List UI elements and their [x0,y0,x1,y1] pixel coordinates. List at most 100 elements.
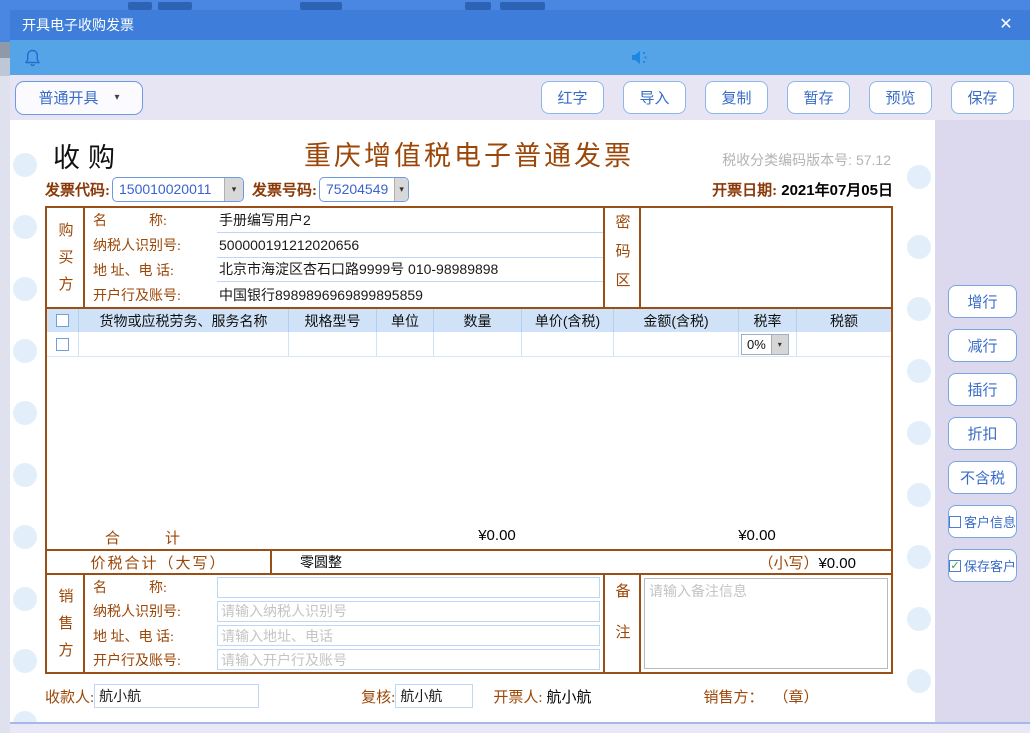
payee-input[interactable] [94,684,259,708]
item-unit-cell[interactable] [377,332,434,356]
preview-button[interactable]: 预览 [869,81,932,114]
tax-code-version: 税收分类编码版本号: 57.12 [722,150,891,170]
items-empty-area [47,357,891,525]
chevron-down-icon[interactable]: ▾ [394,178,408,201]
buyer-name-label: 名 称: [85,210,217,230]
invoice-number-label: 发票号码: [252,179,317,200]
chevron-down-icon: ▾ [114,92,119,103]
invoice-number-select[interactable]: 75204549 ▾ [319,177,409,202]
remark-textarea[interactable] [644,578,888,669]
add-row-button[interactable]: 增行 [948,285,1017,318]
grand-total-words: 零圆整 [300,552,342,572]
issue-mode-select[interactable]: 普通开具 ▾ [15,81,143,115]
chevron-down-icon[interactable]: ▾ [224,178,243,201]
decor-dot [13,649,37,673]
background-icon [128,2,152,10]
red-invoice-button[interactable]: 红字 [541,81,604,114]
decor-dot [13,463,37,487]
reviewer-input[interactable] [395,684,473,708]
screen: 开具电子收购发票 ✕ 普通开具 ▾ 红字 导入 复制 暂存 [0,0,1030,733]
checkbox-unchecked-icon[interactable] [949,516,961,528]
decor-dot [13,215,37,239]
close-icon[interactable]: ✕ [994,10,1018,40]
bell-icon [24,49,41,67]
tax-rate-select[interactable]: 0% ▾ [741,334,789,355]
background-strip [0,0,10,42]
item-tax-cell[interactable] [797,332,891,356]
tax-excluded-button[interactable]: 不含税 [948,461,1017,494]
seller-taxid-label: 纳税人识别号: [85,601,217,621]
save-button[interactable]: 保存 [951,81,1014,114]
grand-total-figures-label: （小写） [758,556,818,572]
item-spec-cell[interactable] [289,332,377,356]
totals-label: 合 计 [105,527,180,548]
save-customer-toggle[interactable]: ✓ 保存客户 [948,549,1017,582]
buyer-name-value[interactable]: 手册编写用户2 [217,208,603,233]
seller-bank-label: 开户行及账号: [85,650,217,670]
invoice-footer: 收款人: 复核: 开票人: 航小航 销售方： （章） [45,683,893,709]
item-unit-price-cell[interactable] [522,332,614,356]
seller-name-label: 名 称: [85,577,217,597]
decor-dot [907,669,931,693]
select-all-checkbox[interactable] [56,314,69,327]
chevron-down-icon[interactable]: ▾ [771,335,788,354]
tax-rate-value: 0% [742,335,771,354]
buyer-bank-value[interactable]: 中国银行8989896969899895859 [217,282,603,307]
decor-dot [13,525,37,549]
buyer-taxid-label: 纳税人识别号: [85,235,217,255]
discount-button[interactable]: 折扣 [948,417,1017,450]
col-header-unit: 单位 [377,309,434,332]
decor-dot [907,235,931,259]
save-customer-label: 保存客户 [964,556,1016,575]
invoice-number-value: 75204549 [320,178,394,201]
save-draft-button[interactable]: 暂存 [787,81,850,114]
copy-button[interactable]: 复制 [705,81,768,114]
dialog-titlebar: 开具电子收购发票 ✕ [10,10,1030,40]
decor-dot [907,297,931,321]
item-qty-cell[interactable] [434,332,522,356]
decor-dot [13,153,37,177]
seller-section: 销售方 名 称: 纳税人识别号: 地 址、电 话: [47,575,891,672]
seller-address-label: 地 址、电 话: [85,626,217,646]
row-checkbox[interactable] [56,338,69,351]
checkbox-checked-icon[interactable]: ✓ [949,560,961,572]
col-header-goods: 货物或应税劳务、服务名称 [79,309,289,332]
remark-area [641,575,891,672]
item-row[interactable]: 0% ▾ [47,332,891,357]
buyer-section: 购买方 名 称: 手册编写用户2 纳税人识别号: 500000191212020… [47,208,891,309]
seller-address-input[interactable] [217,625,600,646]
import-button[interactable]: 导入 [623,81,686,114]
grand-total-row: 价税合计（大写） 零圆整 （小写）¥0.00 [47,549,891,575]
drawer-label: 开票人: [493,686,542,707]
delete-row-button[interactable]: 减行 [948,329,1017,362]
background-icon [465,2,491,10]
dialog-title: 开具电子收购发票 [22,17,134,33]
invoice-workspace: 增行 减行 插行 折扣 不含税 客户信息 ✓ 保存客户 收购 重庆增值税电子普 [10,120,1030,733]
buyer-taxid-value[interactable]: 500000191212020656 [217,233,603,258]
background-app-left-edge [0,0,10,733]
customer-info-toggle[interactable]: 客户信息 [948,505,1017,538]
buyer-bank-label: 开户行及账号: [85,285,217,305]
item-amount-cell[interactable] [614,332,739,356]
background-icon [500,2,545,10]
seller-bank-input[interactable] [217,649,600,670]
issue-date-value: 2021年07月05日 [781,182,893,199]
decor-dot [13,339,37,363]
decor-dot [907,359,931,383]
seller-name-input[interactable] [217,577,600,598]
totals-unit-price: ¥0.00 [447,527,547,544]
decor-dot [13,277,37,301]
decor-dot [907,483,931,507]
decor-dot [13,401,37,425]
insert-row-button[interactable]: 插行 [948,373,1017,406]
buyer-address-label: 地 址、电 话: [85,260,217,280]
buyer-address-value[interactable]: 北京市海淀区杏石口路9999号 010-98989898 [217,258,603,283]
invoice-code-select[interactable]: 150010020011 ▾ [112,177,244,202]
seller-stamp-value: （章） [774,686,819,707]
dialog-bottom-edge [10,722,1030,733]
totals-row: 合 计 ¥0.00 ¥0.00 [47,525,891,549]
speaker-icon [630,49,650,66]
seller-taxid-input[interactable] [217,601,600,622]
item-goods-cell[interactable] [79,332,289,356]
decor-dot [907,545,931,569]
